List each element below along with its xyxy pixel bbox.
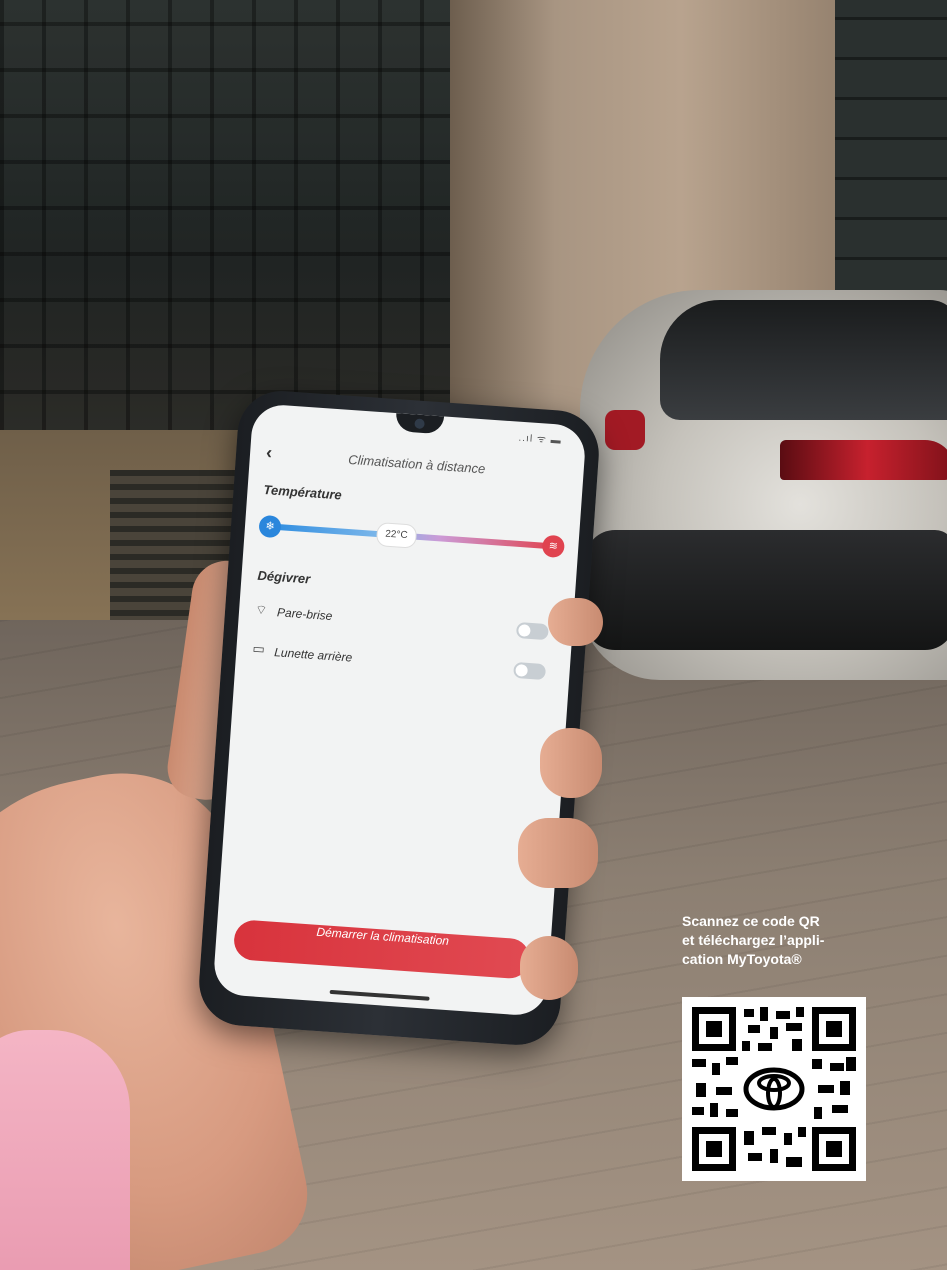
qr-caption-line: et téléchargez l’appli- [682,932,825,948]
snowflake-icon: ❄ [258,514,282,539]
home-indicator[interactable] [329,989,430,1001]
rear-window-toggle[interactable] [513,661,547,681]
building-grille [0,0,500,440]
app-header: ‹ Climatisation à distance [249,439,584,490]
temperature-label: Température [263,482,343,503]
temperature-slider[interactable]: ❄ ≋ 22°C [258,514,566,559]
defrost-label: Dégivrer [257,567,311,587]
rear-window-label: Lunette arrière [273,645,353,665]
screen-title: Climatisation à distance [347,451,486,477]
phone-screen: ..ıl ᯤ ▬ ‹ Climatisation à distance Temp… [212,403,587,1017]
qr-code[interactable] [682,997,866,1181]
car-tail-light-left [605,410,645,450]
qr-caption-line: cation MyToyota® [682,951,802,967]
qr-caption: Scannez ce code QR et téléchargez l’appl… [682,912,912,969]
temperature-value[interactable]: 22°C [375,521,418,549]
finger [518,818,598,888]
car-tail-light [780,440,947,480]
windshield-label: Pare-brise [276,605,333,624]
heat-icon: ≋ [541,534,566,559]
status-bar-icons: ..ıl ᯤ ▬ [518,432,563,447]
windshield-icon: ⌔ [254,602,268,619]
qr-code-graphic [692,1007,856,1171]
defrost-row-rear-window: ▭ Lunette arrière [251,640,554,685]
defrost-row-windshield: ⌔ Pare-brise [254,600,557,645]
qr-caption-line: Scannez ce code QR [682,913,820,929]
finger [520,936,578,1000]
rear-window-icon: ▭ [251,641,266,658]
building-window [835,0,947,300]
camera-notch [395,413,445,435]
windshield-toggle[interactable] [515,621,549,641]
sleeve [0,1030,130,1270]
car-bumper [585,530,947,650]
finger [548,598,603,646]
photo-scene: ..ıl ᯤ ▬ ‹ Climatisation à distance Temp… [0,0,947,1270]
start-climate-button[interactable]: Démarrer la climatisation [232,919,531,980]
finger [540,728,602,798]
car-rear-window [660,300,947,420]
